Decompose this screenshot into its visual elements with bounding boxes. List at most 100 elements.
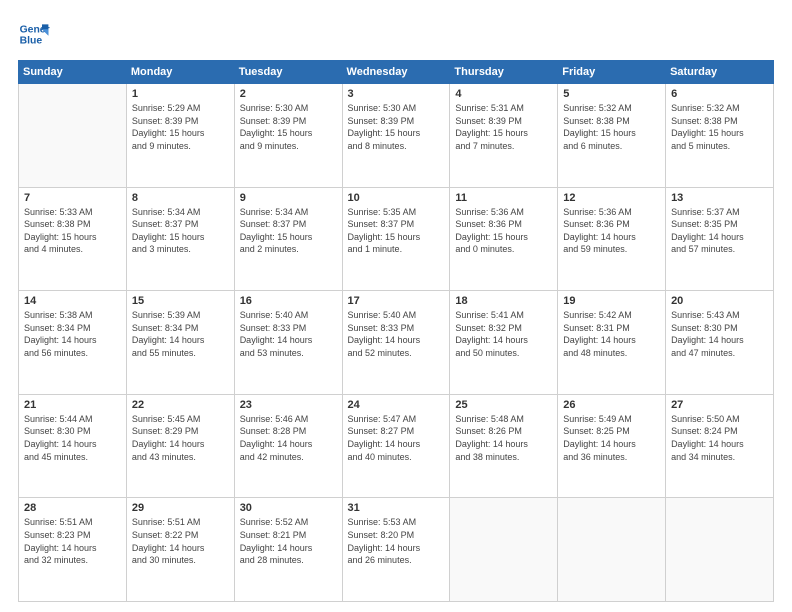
day-number: 16 — [240, 295, 337, 307]
day-number: 7 — [24, 192, 121, 204]
day-number: 20 — [671, 295, 768, 307]
calendar-cell: 6 Sunrise: 5:32 AM Sunset: 8:38 PM Daylig… — [666, 84, 774, 188]
calendar-cell: 21Sunrise: 5:44 AM Sunset: 8:30 PM Dayli… — [19, 394, 127, 498]
day-number: 2 — [240, 88, 337, 100]
day-number: 13 — [671, 192, 768, 204]
day-number: 28 — [24, 502, 121, 514]
calendar-cell: 25 Sunrise: 5:48 AM Sunset: 8:26 PM Dayli… — [450, 394, 558, 498]
day-info: Sunrise: 5:30 AM Sunset: 8:39 PM Dayligh… — [348, 102, 445, 152]
calendar-cell: 1 Sunrise: 5:29 AM Sunset: 8:39 PM Daylig… — [126, 84, 234, 188]
calendar-week-3: 14Sunrise: 5:38 AM Sunset: 8:34 PM Dayli… — [19, 291, 774, 395]
calendar-cell: 26Sunrise: 5:49 AM Sunset: 8:25 PM Dayli… — [558, 394, 666, 498]
day-info: Sunrise: 5:30 AM Sunset: 8:39 PM Dayligh… — [240, 102, 337, 152]
calendar-cell: 2 Sunrise: 5:30 AM Sunset: 8:39 PM Daylig… — [234, 84, 342, 188]
day-number: 26 — [563, 399, 660, 411]
day-number: 29 — [132, 502, 229, 514]
calendar-cell: 3 Sunrise: 5:30 AM Sunset: 8:39 PM Daylig… — [342, 84, 450, 188]
day-number: 27 — [671, 399, 768, 411]
day-number: 21 — [24, 399, 121, 411]
calendar-cell: 20 Sunrise: 5:43 AM Sunset: 8:30 PM Dayli… — [666, 291, 774, 395]
day-number: 9 — [240, 192, 337, 204]
calendar-table: SundayMondayTuesdayWednesdayThursdayFrid… — [18, 60, 774, 602]
day-info: Sunrise: 5:51 AM Sunset: 8:22 PM Dayligh… — [132, 516, 229, 566]
day-number: 22 — [132, 399, 229, 411]
day-info: Sunrise: 5:32 AM Sunset: 8:38 PM Dayligh… — [563, 102, 660, 152]
day-info: Sunrise: 5:40 AM Sunset: 8:33 PM Dayligh… — [348, 309, 445, 359]
calendar-cell: 23 Sunrise: 5:46 AM Sunset: 8:28 PM Dayli… — [234, 394, 342, 498]
day-info: Sunrise: 5:36 AM Sunset: 8:36 PM Dayligh… — [455, 206, 552, 256]
calendar-cell: 4Sunrise: 5:31 AM Sunset: 8:39 PM Daylig… — [450, 84, 558, 188]
day-info: Sunrise: 5:51 AM Sunset: 8:23 PM Dayligh… — [24, 516, 121, 566]
day-number: 3 — [348, 88, 445, 100]
day-number: 10 — [348, 192, 445, 204]
day-number: 18 — [455, 295, 552, 307]
day-info: Sunrise: 5:43 AM Sunset: 8:30 PM Dayligh… — [671, 309, 768, 359]
day-info: Sunrise: 5:39 AM Sunset: 8:34 PM Dayligh… — [132, 309, 229, 359]
calendar-cell: 9 Sunrise: 5:34 AM Sunset: 8:37 PM Daylig… — [234, 187, 342, 291]
day-number: 14 — [24, 295, 121, 307]
calendar-cell: 15Sunrise: 5:39 AM Sunset: 8:34 PM Dayli… — [126, 291, 234, 395]
logo: General Blue — [18, 18, 50, 50]
day-info: Sunrise: 5:42 AM Sunset: 8:31 PM Dayligh… — [563, 309, 660, 359]
day-info: Sunrise: 5:31 AM Sunset: 8:39 PM Dayligh… — [455, 102, 552, 152]
calendar-cell: 31 Sunrise: 5:53 AM Sunset: 8:20 PM Dayli… — [342, 498, 450, 602]
calendar-cell — [450, 498, 558, 602]
calendar-week-4: 21Sunrise: 5:44 AM Sunset: 8:30 PM Dayli… — [19, 394, 774, 498]
day-number: 1 — [132, 88, 229, 100]
day-info: Sunrise: 5:35 AM Sunset: 8:37 PM Dayligh… — [348, 206, 445, 256]
day-info: Sunrise: 5:46 AM Sunset: 8:28 PM Dayligh… — [240, 413, 337, 463]
header-friday: Friday — [558, 61, 666, 84]
header-wednesday: Wednesday — [342, 61, 450, 84]
calendar-cell: 12Sunrise: 5:36 AM Sunset: 8:36 PM Dayli… — [558, 187, 666, 291]
calendar-cell: 14Sunrise: 5:38 AM Sunset: 8:34 PM Dayli… — [19, 291, 127, 395]
day-info: Sunrise: 5:32 AM Sunset: 8:38 PM Dayligh… — [671, 102, 768, 152]
calendar-week-1: 1 Sunrise: 5:29 AM Sunset: 8:39 PM Daylig… — [19, 84, 774, 188]
day-number: 31 — [348, 502, 445, 514]
day-info: Sunrise: 5:40 AM Sunset: 8:33 PM Dayligh… — [240, 309, 337, 359]
svg-text:Blue: Blue — [20, 36, 43, 47]
calendar-cell — [666, 498, 774, 602]
calendar-cell — [558, 498, 666, 602]
day-number: 30 — [240, 502, 337, 514]
day-info: Sunrise: 5:53 AM Sunset: 8:20 PM Dayligh… — [348, 516, 445, 566]
page-header: General Blue — [18, 18, 774, 50]
day-number: 8 — [132, 192, 229, 204]
header-thursday: Thursday — [450, 61, 558, 84]
day-info: Sunrise: 5:37 AM Sunset: 8:35 PM Dayligh… — [671, 206, 768, 256]
day-number: 5 — [563, 88, 660, 100]
calendar-week-2: 7 Sunrise: 5:33 AM Sunset: 8:38 PM Daylig… — [19, 187, 774, 291]
day-info: Sunrise: 5:34 AM Sunset: 8:37 PM Dayligh… — [132, 206, 229, 256]
day-number: 17 — [348, 295, 445, 307]
calendar-cell: 27 Sunrise: 5:50 AM Sunset: 8:24 PM Dayli… — [666, 394, 774, 498]
header-saturday: Saturday — [666, 61, 774, 84]
calendar-cell: 17 Sunrise: 5:40 AM Sunset: 8:33 PM Dayli… — [342, 291, 450, 395]
day-info: Sunrise: 5:50 AM Sunset: 8:24 PM Dayligh… — [671, 413, 768, 463]
calendar-week-5: 28 Sunrise: 5:51 AM Sunset: 8:23 PM Dayli… — [19, 498, 774, 602]
calendar-cell: 28 Sunrise: 5:51 AM Sunset: 8:23 PM Dayli… — [19, 498, 127, 602]
day-info: Sunrise: 5:48 AM Sunset: 8:26 PM Dayligh… — [455, 413, 552, 463]
calendar-cell: 5 Sunrise: 5:32 AM Sunset: 8:38 PM Daylig… — [558, 84, 666, 188]
day-number: 6 — [671, 88, 768, 100]
day-info: Sunrise: 5:45 AM Sunset: 8:29 PM Dayligh… — [132, 413, 229, 463]
day-number: 11 — [455, 192, 552, 204]
calendar-cell: 18Sunrise: 5:41 AM Sunset: 8:32 PM Dayli… — [450, 291, 558, 395]
calendar-cell: 22 Sunrise: 5:45 AM Sunset: 8:29 PM Dayli… — [126, 394, 234, 498]
day-info: Sunrise: 5:34 AM Sunset: 8:37 PM Dayligh… — [240, 206, 337, 256]
day-info: Sunrise: 5:29 AM Sunset: 8:39 PM Dayligh… — [132, 102, 229, 152]
header-tuesday: Tuesday — [234, 61, 342, 84]
day-number: 23 — [240, 399, 337, 411]
calendar-cell: 19Sunrise: 5:42 AM Sunset: 8:31 PM Dayli… — [558, 291, 666, 395]
day-info: Sunrise: 5:33 AM Sunset: 8:38 PM Dayligh… — [24, 206, 121, 256]
calendar-cell: 11 Sunrise: 5:36 AM Sunset: 8:36 PM Dayli… — [450, 187, 558, 291]
day-info: Sunrise: 5:47 AM Sunset: 8:27 PM Dayligh… — [348, 413, 445, 463]
calendar-cell: 7 Sunrise: 5:33 AM Sunset: 8:38 PM Daylig… — [19, 187, 127, 291]
header-sunday: Sunday — [19, 61, 127, 84]
day-number: 24 — [348, 399, 445, 411]
calendar-cell: 8 Sunrise: 5:34 AM Sunset: 8:37 PM Daylig… — [126, 187, 234, 291]
header-monday: Monday — [126, 61, 234, 84]
day-number: 25 — [455, 399, 552, 411]
day-number: 12 — [563, 192, 660, 204]
calendar-cell: 24 Sunrise: 5:47 AM Sunset: 8:27 PM Dayli… — [342, 394, 450, 498]
calendar-header-row: SundayMondayTuesdayWednesdayThursdayFrid… — [19, 61, 774, 84]
calendar-cell: 13 Sunrise: 5:37 AM Sunset: 8:35 PM Dayli… — [666, 187, 774, 291]
